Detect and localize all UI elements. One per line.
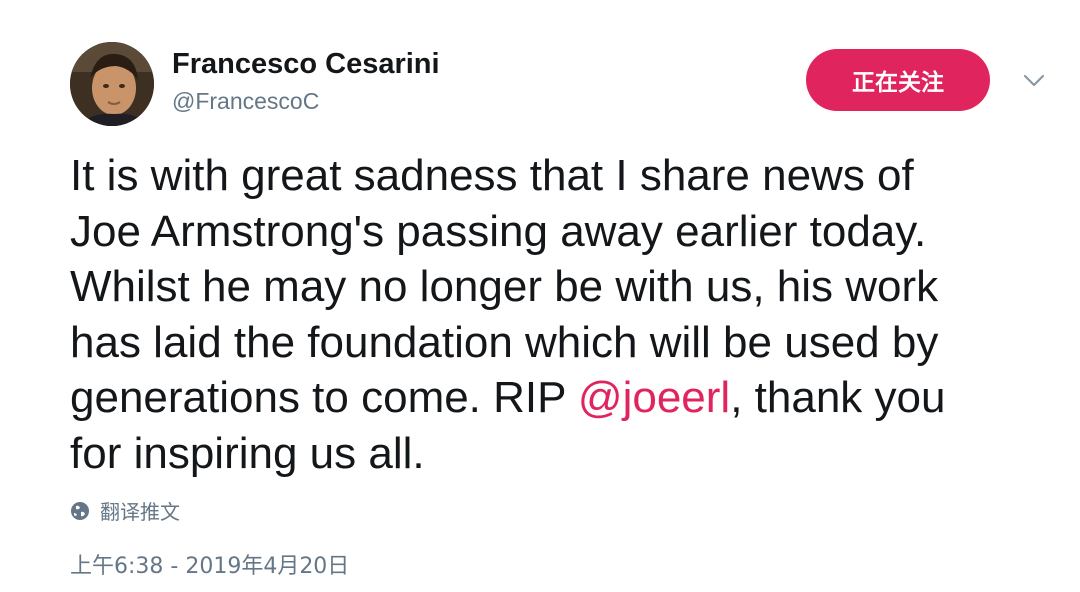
mention-link[interactable]: @joeerl bbox=[578, 373, 730, 422]
translate-label: 翻译推文 bbox=[100, 500, 180, 524]
author-handle[interactable]: @FrancescoC bbox=[172, 88, 319, 115]
timestamp[interactable]: 上午6:38 - 2019年4月20日 bbox=[70, 548, 349, 580]
tweet-line: Joe Armstrong's passing away earlier tod… bbox=[70, 206, 927, 256]
tweet-line: has laid the foundation which will be us… bbox=[70, 317, 939, 367]
author-name[interactable]: Francesco Cesarini bbox=[172, 48, 440, 81]
translate-tweet-link[interactable]: 翻译推文 bbox=[70, 496, 180, 525]
tweet-card: Francesco Cesarini @FrancescoC 正在关注 It i… bbox=[0, 0, 1080, 592]
tweet-line: for inspiring us all. bbox=[70, 428, 425, 478]
tweet-line: Whilst he may no longer be with us, his … bbox=[70, 262, 939, 311]
avatar[interactable] bbox=[70, 42, 154, 126]
tweet-line: generations to come. RIP @joeerl, thank … bbox=[70, 370, 1060, 426]
globe-icon bbox=[71, 501, 89, 520]
following-button[interactable]: 正在关注 bbox=[806, 49, 990, 111]
chevron-down-icon[interactable] bbox=[1020, 70, 1048, 92]
tweet-text-segment: , thank you bbox=[730, 373, 946, 422]
tweet-line: It is with great sadness that I share ne… bbox=[70, 151, 914, 200]
avatar-image bbox=[70, 42, 154, 126]
tweet-text-segment: generations to come. RIP bbox=[70, 373, 578, 422]
tweet-text: It is with great sadness that I share ne… bbox=[70, 148, 1060, 481]
